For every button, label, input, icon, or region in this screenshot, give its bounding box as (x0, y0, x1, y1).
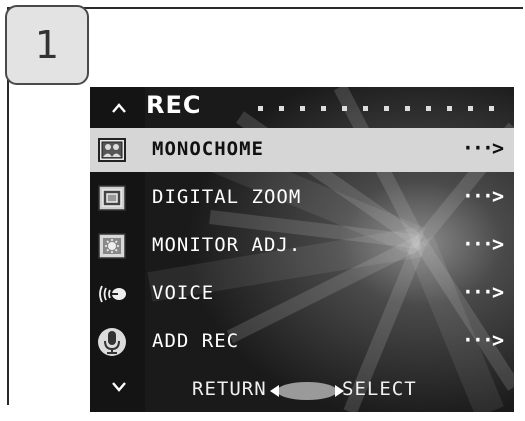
voice-icon (99, 285, 126, 303)
microphone-icon (98, 328, 126, 356)
menu-item-label: MONITOR ADJ. (152, 234, 302, 256)
menu-item-monitor-adj[interactable]: MONITOR ADJ. ···> (90, 224, 514, 268)
menu-header: REC (90, 87, 514, 127)
submenu-arrow-icon: ···> (461, 184, 504, 208)
digital-zoom-icon (98, 185, 126, 211)
menu-item-digital-zoom[interactable]: DIGITAL ZOOM ···> (90, 176, 514, 220)
menu-item-label: MONOCHOME (152, 138, 264, 160)
menu-footer: RETURN SELECT (90, 369, 514, 412)
submenu-arrow-icon: ···> (461, 232, 504, 256)
header-dotted-rule (258, 106, 494, 111)
submenu-arrow-icon: ···> (461, 136, 504, 160)
menu-item-add-rec[interactable]: ADD REC ···> (90, 320, 514, 364)
menu-item-label: VOICE (152, 282, 215, 304)
dpad-left-right-icon (270, 382, 344, 400)
submenu-arrow-icon: ···> (461, 280, 504, 304)
monitor-adjust-icon (98, 233, 126, 259)
chevron-down-icon[interactable] (112, 381, 126, 393)
menu-item-monochome[interactable]: MONOCHOME ···> (90, 128, 514, 172)
menu-item-label: DIGITAL ZOOM (152, 186, 302, 208)
chevron-up-icon[interactable] (112, 101, 126, 115)
step-number-badge: 1 (5, 5, 89, 85)
menu-title: REC (146, 91, 202, 119)
step-number: 1 (34, 23, 60, 67)
camera-lcd-screen: REC MONOCHOME ···> DIGITAL ZOOM ···> MON… (90, 87, 514, 412)
submenu-arrow-icon: ···> (461, 328, 504, 352)
select-hint: SELECT (342, 378, 417, 400)
monochrome-icon (98, 138, 126, 162)
menu-item-label: ADD REC (152, 330, 240, 352)
menu-item-voice[interactable]: VOICE ···> (90, 272, 514, 316)
return-hint: RETURN (192, 378, 267, 400)
